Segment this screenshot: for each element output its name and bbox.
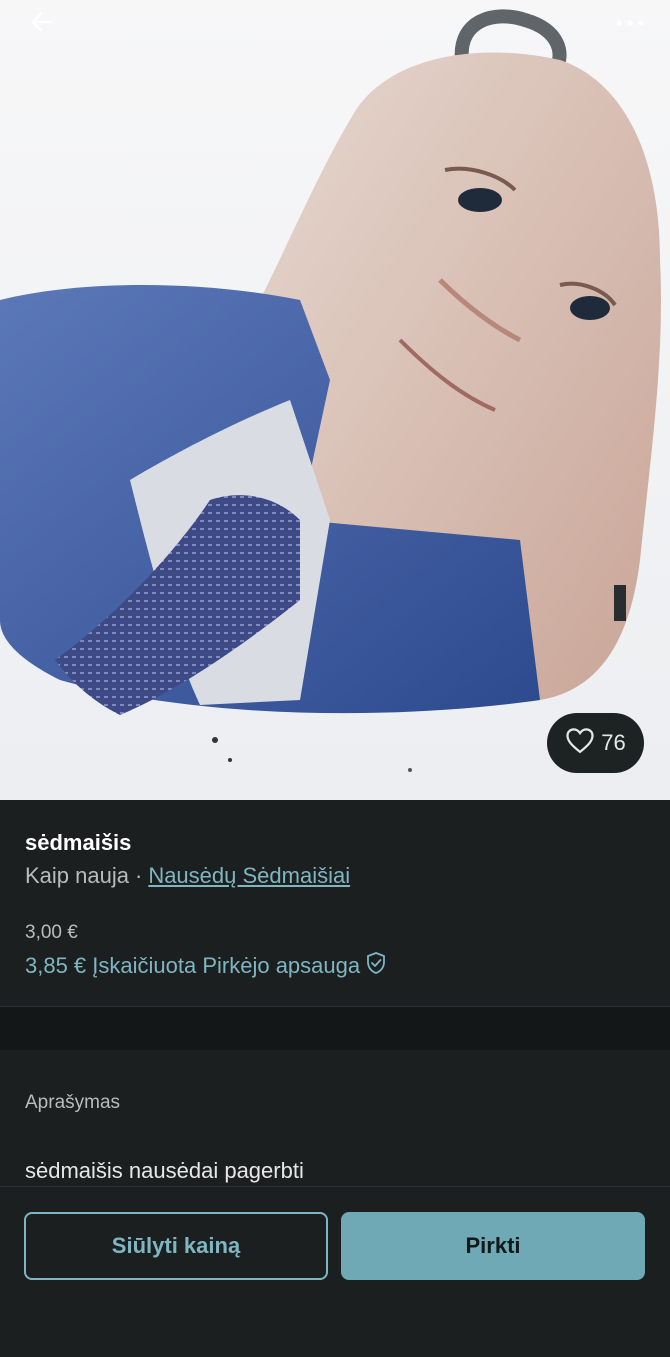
back-button[interactable] (20, 4, 64, 44)
meta-separator: · (134, 863, 143, 888)
price-with-protection: 3,85 € Įskaičiuota Pirkėjo apsauga (25, 953, 361, 978)
more-options-button[interactable] (608, 4, 652, 44)
condition-label: Kaip nauja (25, 863, 129, 888)
description-section: Aprašymas sėdmaišis nausėdai pagerbti (0, 1050, 670, 1186)
bean-bag-image (0, 0, 670, 800)
buyer-protection-price[interactable]: 3,85 € Įskaičiuota Pirkėjo apsauga (25, 951, 387, 981)
listing-info: sėdmaišis Kaip nauja · Nausėdų Sėdmaišiai … (0, 800, 670, 1006)
description-label: Aprašymas (25, 1092, 121, 1113)
brand-link[interactable]: Nausėdų Sėdmaišiai (148, 863, 350, 888)
heart-outline-icon (565, 726, 595, 760)
item-price: 3,00 € (25, 922, 78, 943)
more-horizontal-icon (614, 15, 646, 33)
arrow-left-icon (28, 8, 56, 41)
shield-check-icon (365, 951, 387, 981)
product-photo[interactable]: 76 (0, 0, 670, 800)
description-text: sėdmaišis nausėdai pagerbti (25, 1158, 304, 1183)
buy-button[interactable]: Pirkti (341, 1212, 645, 1280)
action-bar: Siūlyti kainą Pirkti (0, 1187, 670, 1357)
section-gap (0, 1007, 670, 1050)
make-offer-button[interactable]: Siūlyti kainą (24, 1212, 328, 1280)
item-meta: Kaip nauja · Nausėdų Sėdmaišiai (25, 863, 350, 889)
item-title: sėdmaišis (25, 830, 132, 855)
like-count: 76 (601, 730, 626, 755)
favorite-button[interactable]: 76 (547, 713, 644, 773)
